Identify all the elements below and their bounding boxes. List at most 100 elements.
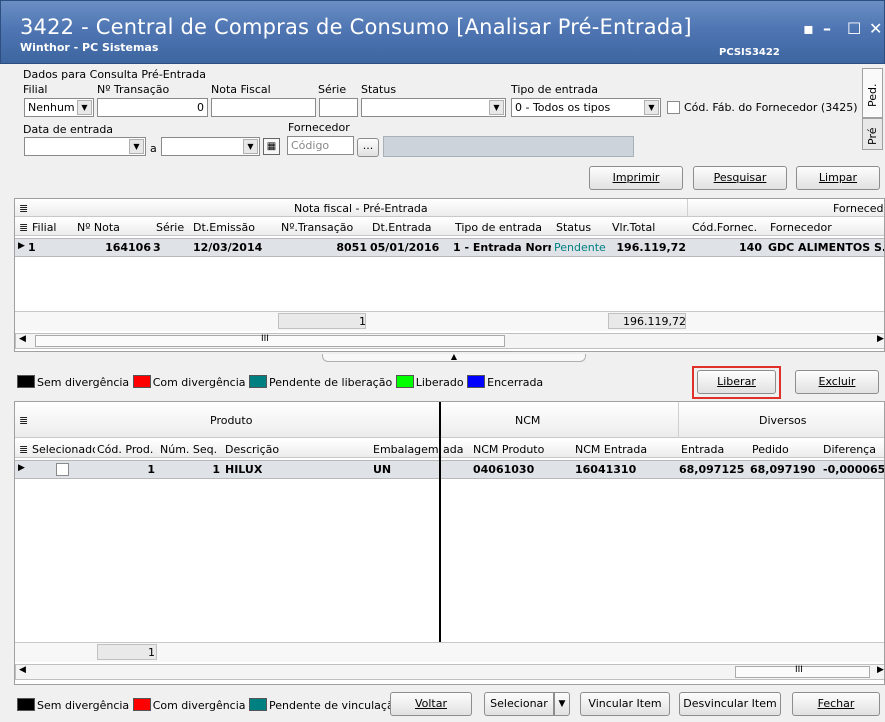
scroll-left-icon[interactable]: ◀ — [19, 334, 26, 344]
excluir-button[interactable]: Excluir — [795, 370, 879, 394]
transacao-input[interactable]: 0 — [97, 98, 208, 117]
cell-entrada[interactable]: 68,097125 — [679, 463, 744, 476]
col-ncm-entrada[interactable]: NCM Entrada — [575, 443, 647, 456]
data-inicio-input[interactable]: ▼ — [24, 137, 146, 156]
scroll-grip: III — [261, 334, 269, 344]
transacao-label: Nº Transação — [97, 83, 170, 96]
cell-descricao[interactable]: HILUX — [225, 463, 262, 476]
cell-ncm-produto[interactable]: 04061030 — [473, 463, 534, 476]
pesquisar-button[interactable]: Pesquisar — [693, 166, 787, 190]
col-fornecedor[interactable]: Fornecedor — [770, 221, 832, 234]
cell-dt-emissao[interactable]: 12/03/2014 — [193, 241, 262, 254]
close-button[interactable]: ✕ — [869, 19, 882, 38]
col-filial[interactable]: Filial — [32, 221, 57, 234]
data-fim-input[interactable]: ▼ — [161, 137, 260, 156]
footer-count: 1 — [359, 315, 366, 328]
grid-menu-icon[interactable]: ≣ — [19, 221, 28, 234]
grid-menu-icon[interactable]: ≣ — [19, 202, 28, 215]
legend-label: Sem divergência — [37, 699, 130, 712]
chevron-down-icon[interactable]: ▼ — [644, 100, 659, 115]
col-dt-emissao[interactable]: Dt.Emissão — [193, 221, 255, 234]
cell-ncm-entrada[interactable]: 16041310 — [575, 463, 636, 476]
col-embalagem[interactable]: Embalagem — [373, 443, 439, 456]
col-descricao[interactable]: Descrição — [225, 443, 279, 456]
chevron-down-icon[interactable]: ▼ — [489, 100, 504, 115]
tab-pre[interactable]: Pré — [862, 118, 883, 150]
fornecedor-codigo-input[interactable]: Código — [287, 136, 354, 155]
restore-icon[interactable]: ▪ — [803, 19, 814, 38]
col-cod-fornec[interactable]: Cód.Fornec. — [692, 221, 757, 234]
col-ncm-produto[interactable]: NCM Produto — [473, 443, 544, 456]
cell-cod-fornec[interactable]: 140 — [691, 241, 762, 254]
cell-num-seq[interactable]: 1 — [160, 463, 220, 476]
imprimir-button[interactable]: Imprimir — [589, 166, 683, 190]
fornecedor-search-button[interactable]: ... — [357, 138, 379, 157]
col-diferenca[interactable]: Diferença — [823, 443, 876, 456]
cell-tipo-entrada[interactable]: 1 - Entrada Norr — [453, 241, 551, 254]
calendar-icon[interactable]: ▦ — [263, 138, 280, 155]
cell-transacao[interactable]: 8051 — [281, 241, 367, 254]
cell-nota[interactable]: 164106 — [79, 241, 151, 254]
legend-label: Com divergência — [152, 699, 246, 712]
legend-label: Sem divergência — [37, 376, 130, 389]
tab-ped[interactable]: Ped. — [862, 68, 883, 118]
scroll-right-icon[interactable]: ▶ — [877, 665, 884, 675]
col-status[interactable]: Status — [556, 221, 591, 234]
chevron-down-icon[interactable]: ▼ — [129, 139, 144, 154]
vincular-item-button[interactable]: Vincular Item — [580, 692, 670, 716]
grid-menu-icon[interactable]: ≣ — [19, 443, 28, 456]
voltar-button[interactable]: Voltar — [390, 692, 472, 716]
desvincular-item-button[interactable]: Desvincular Item — [679, 692, 781, 716]
cell-dt-entrada[interactable]: 05/01/2016 — [370, 241, 439, 254]
cell-vlr-total[interactable]: 196.119,72 — [608, 241, 686, 254]
nota-fiscal-input[interactable] — [211, 98, 316, 117]
cell-fornecedor[interactable]: GDC ALIMENTOS S. — [768, 241, 884, 254]
selecionar-dropdown-icon[interactable]: ▼ — [554, 692, 570, 716]
chevron-down-icon[interactable]: ▼ — [77, 100, 92, 115]
serie-input[interactable] — [319, 98, 358, 117]
grid-menu-icon[interactable]: ≣ — [19, 414, 28, 427]
minimize-button[interactable]: – — [823, 19, 831, 38]
tipo-entrada-select[interactable]: 0 - Todos os tipos ▼ — [511, 98, 661, 117]
limpar-button[interactable]: Limpar — [796, 166, 880, 190]
top-grid-scroll-thumb[interactable] — [35, 335, 505, 347]
col-serie[interactable]: Série — [156, 221, 184, 234]
col-num-seq[interactable]: Núm. Seq. — [160, 443, 217, 456]
maximize-button[interactable]: ☐ — [847, 19, 861, 38]
cell-cod-prod[interactable]: 1 — [97, 463, 155, 476]
legend-top: Sem divergência Com divergência Pendente… — [17, 375, 543, 389]
cell-filial[interactable]: 1 — [28, 241, 36, 254]
status-select[interactable]: ▼ — [361, 98, 506, 117]
cell-diferenca[interactable]: -0,000065 — [823, 463, 884, 476]
scroll-grip: III — [795, 665, 803, 675]
cell-serie[interactable]: 3 — [153, 241, 161, 254]
legend-label: Pendente de vinculação — [269, 699, 401, 712]
filial-select[interactable]: Nenhum ▼ — [24, 98, 94, 117]
filial-label: Filial — [23, 83, 48, 96]
legend-swatch — [132, 698, 151, 711]
splitter-handle[interactable]: ▲ — [322, 353, 586, 362]
cell-status[interactable]: Pendente — [554, 241, 607, 254]
chevron-down-icon[interactable]: ▼ — [243, 139, 258, 154]
cell-embalagem[interactable]: UN — [373, 463, 391, 476]
col-ada[interactable]: ada — [443, 443, 463, 456]
col-cod-prod[interactable]: Cód. Prod. — [97, 443, 153, 456]
selecionar-button[interactable]: Selecionar — [484, 692, 554, 716]
col-tipo-entrada[interactable]: Tipo de entrada — [455, 221, 542, 234]
col-pedido[interactable]: Pedido — [752, 443, 789, 456]
cod-fab-checkbox[interactable] — [667, 101, 680, 114]
footer-count: 1 — [148, 646, 155, 659]
col-vlr-total[interactable]: Vlr.Total — [612, 221, 655, 234]
liberar-label: Liberar — [717, 375, 756, 388]
scroll-left-icon[interactable]: ◀ — [19, 665, 26, 675]
col-entrada[interactable]: Entrada — [681, 443, 724, 456]
selecionado-checkbox[interactable] — [56, 463, 69, 476]
col-selecionado[interactable]: Selecionado — [32, 443, 95, 456]
scroll-right-icon[interactable]: ▶ — [877, 334, 884, 344]
col-nota[interactable]: Nº Nota — [77, 221, 120, 234]
fechar-button[interactable]: Fechar — [792, 692, 880, 716]
col-dt-entrada[interactable]: Dt.Entrada — [372, 221, 432, 234]
cell-pedido[interactable]: 68,097190 — [750, 463, 815, 476]
col-transacao[interactable]: Nº.Transação — [281, 221, 353, 234]
liberar-button[interactable]: Liberar — [697, 370, 776, 394]
